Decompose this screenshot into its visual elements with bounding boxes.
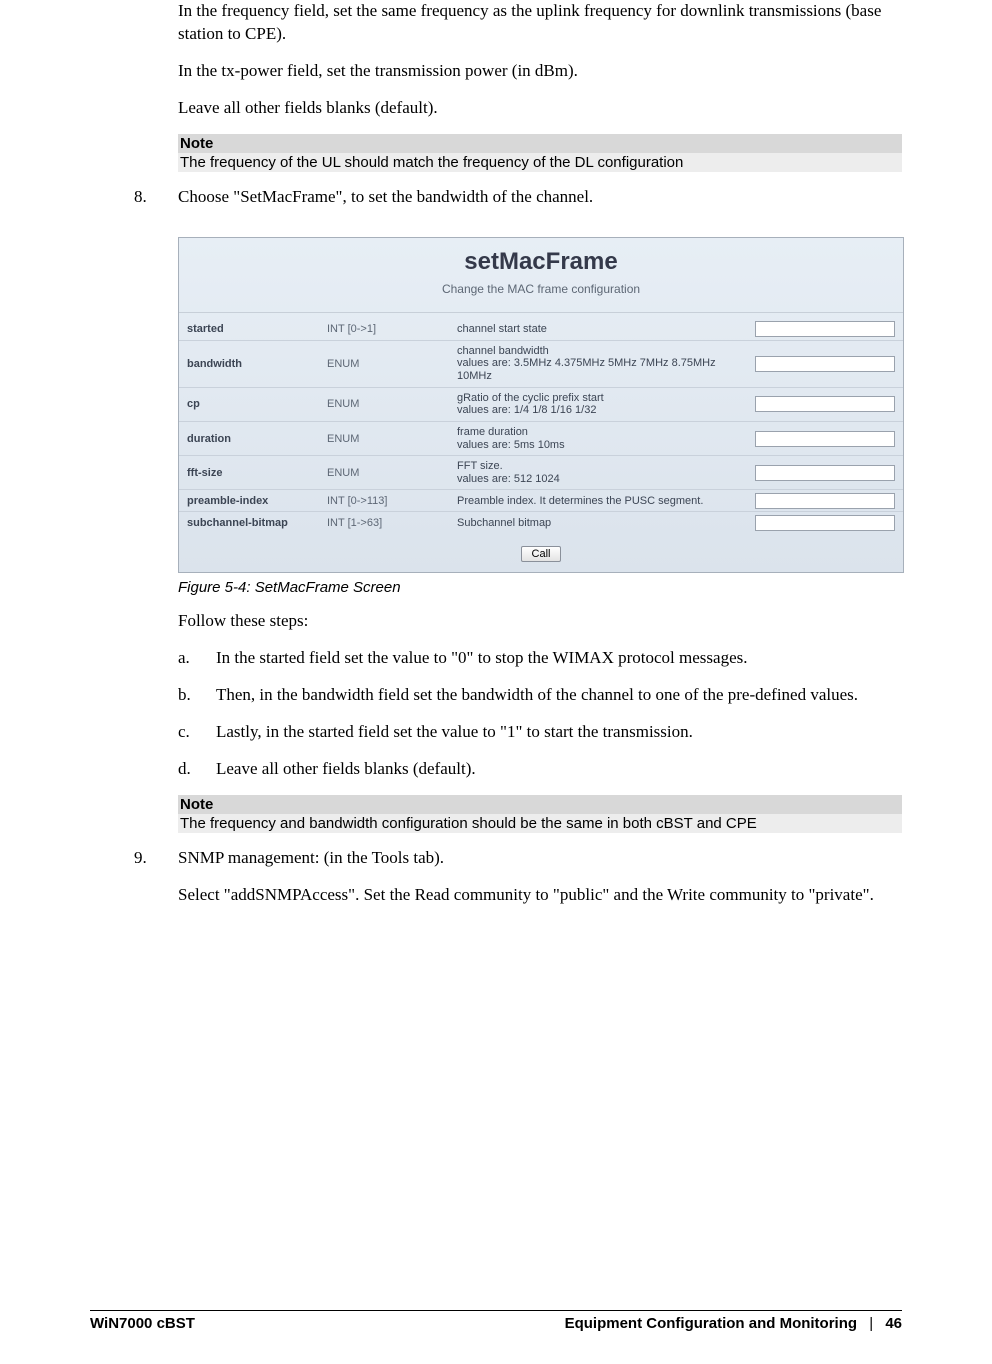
fft-size-input[interactable] (755, 465, 895, 481)
row-type: ENUM (327, 358, 457, 370)
step-c: c. Lastly, in the started field set the … (178, 721, 902, 744)
panel-row-fft-size: fft-sizeENUMFFT size.values are: 512 102… (179, 456, 903, 490)
item-text: Choose "SetMacFrame", to set the bandwid… (178, 187, 593, 206)
intro-paragraph-3: Leave all other fields blanks (default). (178, 97, 902, 120)
row-name: subchannel-bitmap (187, 517, 327, 529)
note-title: Note (178, 134, 902, 153)
panel-row-preamble-index: preamble-indexINT [0->113]Preamble index… (179, 490, 903, 512)
footer-page-number: 46 (885, 1315, 902, 1332)
step-letter: b. (178, 684, 191, 707)
row-input-cell (745, 356, 895, 372)
panel-title: setMacFrame (179, 248, 903, 276)
footer-left: WiN7000 cBST (90, 1315, 195, 1332)
row-type: ENUM (327, 433, 457, 445)
note-box-2: Note The frequency and bandwidth configu… (178, 795, 902, 833)
step-a: a. In the started field set the value to… (178, 647, 902, 670)
step-letter: d. (178, 758, 191, 781)
row-name: bandwidth (187, 358, 327, 370)
list-item-8: 8. Choose "SetMacFrame", to set the band… (178, 186, 902, 209)
step-b: b. Then, in the bandwidth field set the … (178, 684, 902, 707)
step-text: Lastly, in the started field set the val… (216, 722, 693, 741)
panel-subtitle: Change the MAC frame configuration (179, 282, 903, 296)
call-button[interactable]: Call (521, 546, 562, 562)
row-input-cell (745, 431, 895, 447)
row-type: ENUM (327, 398, 457, 410)
row-name: preamble-index (187, 495, 327, 507)
row-description: Subchannel bitmap (457, 515, 745, 532)
item-text: SNMP management: (in the Tools tab). (178, 848, 444, 867)
row-type: ENUM (327, 467, 457, 479)
row-description: gRatio of the cyclic prefix startvalues … (457, 390, 745, 419)
cp-input[interactable] (755, 396, 895, 412)
item9-paragraph: Select "addSNMPAccess". Set the Read com… (178, 884, 902, 907)
preamble-index-input[interactable] (755, 493, 895, 509)
row-name: duration (187, 433, 327, 445)
follow-steps-heading: Follow these steps: (178, 610, 902, 633)
panel-footer: Call (179, 534, 903, 572)
row-description: channel bandwidthvalues are: 3.5MHz 4.37… (457, 343, 745, 385)
row-name: started (187, 323, 327, 335)
started-input[interactable] (755, 321, 895, 337)
panel-row-subchannel-bitmap: subchannel-bitmapINT [1->63]Subchannel b… (179, 512, 903, 534)
note-body: The frequency of the UL should match the… (178, 153, 902, 172)
list-item-9: 9. SNMP management: (in the Tools tab). (178, 847, 902, 870)
figure-setmacframe: setMacFrame Change the MAC frame configu… (178, 237, 902, 574)
note-body: The frequency and bandwidth configuratio… (178, 814, 902, 833)
row-input-cell (745, 515, 895, 531)
note-box-1: Note The frequency of the UL should matc… (178, 134, 902, 172)
bandwidth-input[interactable] (755, 356, 895, 372)
subchannel-bitmap-input[interactable] (755, 515, 895, 531)
row-type: INT [0->1] (327, 323, 457, 335)
panel-header: setMacFrame Change the MAC frame configu… (179, 238, 903, 313)
panel-row-started: startedINT [0->1]channel start state (179, 319, 903, 341)
intro-paragraph-2: In the tx-power field, set the transmiss… (178, 60, 902, 83)
row-description: FFT size.values are: 512 1024 (457, 458, 745, 487)
row-input-cell (745, 493, 895, 509)
footer-right: Equipment Configuration and Monitoring |… (565, 1315, 902, 1332)
item-number: 8. (134, 186, 147, 209)
footer-separator: | (869, 1315, 873, 1332)
row-input-cell (745, 396, 895, 412)
row-input-cell (745, 321, 895, 337)
row-type: INT [1->63] (327, 517, 457, 529)
step-d: d. Leave all other fields blanks (defaul… (178, 758, 902, 781)
setmacframe-panel: setMacFrame Change the MAC frame configu… (178, 237, 904, 574)
row-description: frame durationvalues are: 5ms 10ms (457, 424, 745, 453)
step-list: a. In the started field set the value to… (178, 647, 902, 781)
row-input-cell (745, 465, 895, 481)
step-text: Then, in the bandwidth field set the ban… (216, 685, 858, 704)
panel-rows: startedINT [0->1]channel start stateband… (179, 313, 903, 535)
footer-section: Equipment Configuration and Monitoring (565, 1315, 857, 1332)
intro-paragraph-1: In the frequency field, set the same fre… (178, 0, 902, 46)
panel-row-duration: durationENUMframe durationvalues are: 5m… (179, 422, 903, 456)
step-text: In the started field set the value to "0… (216, 648, 747, 667)
duration-input[interactable] (755, 431, 895, 447)
row-description: channel start state (457, 321, 745, 338)
panel-row-bandwidth: bandwidthENUMchannel bandwidthvalues are… (179, 341, 903, 388)
step-letter: a. (178, 647, 190, 670)
note-title: Note (178, 795, 902, 814)
figure-caption: Figure 5-4: SetMacFrame Screen (178, 579, 902, 596)
row-description: Preamble index. It determines the PUSC s… (457, 493, 745, 510)
row-type: INT [0->113] (327, 495, 457, 507)
step-text: Leave all other fields blanks (default). (216, 759, 476, 778)
row-name: cp (187, 398, 327, 410)
step-letter: c. (178, 721, 190, 744)
panel-row-cp: cpENUMgRatio of the cyclic prefix startv… (179, 388, 903, 422)
item-number: 9. (134, 847, 147, 870)
row-name: fft-size (187, 467, 327, 479)
page-footer: WiN7000 cBST Equipment Configuration and… (90, 1310, 902, 1332)
